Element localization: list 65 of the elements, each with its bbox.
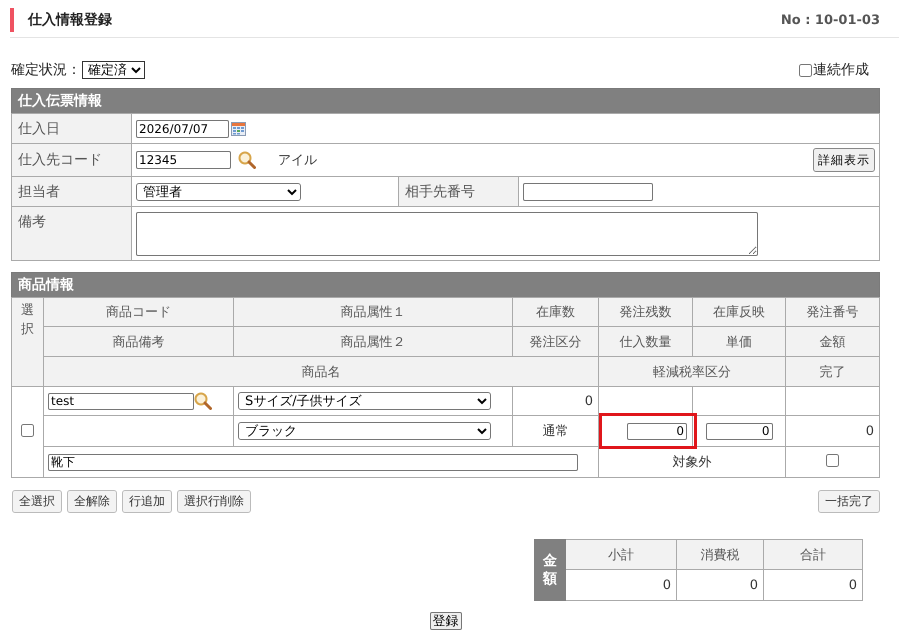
column-header: 金額 xyxy=(786,326,880,356)
attribute-select[interactable]: Sサイズ/子供サイズ xyxy=(238,392,491,410)
table-cell: 0 xyxy=(512,386,598,416)
column-header: 仕入数量 xyxy=(598,326,692,356)
row-action-button[interactable]: 選択行削除 xyxy=(177,490,251,513)
column-header: 合計 xyxy=(764,540,862,570)
register-button[interactable]: 登録 xyxy=(430,612,462,630)
column-header: 完了 xyxy=(786,356,880,386)
product-name-field[interactable]: 靴下 xyxy=(48,454,578,470)
supplier-code-field[interactable]: 12345 xyxy=(136,151,231,169)
column-header: 商品属性２ xyxy=(234,326,512,356)
column-header: 発注区分 xyxy=(512,326,598,356)
attribute-select[interactable]: ブラック xyxy=(238,422,491,440)
unit-price-field[interactable]: 0 xyxy=(706,422,772,440)
table-cell: 通常 xyxy=(512,416,598,446)
column-header: 在庫反映 xyxy=(692,298,786,326)
section-header: 商品情報 xyxy=(11,272,880,297)
column-header: 商品コード xyxy=(44,298,234,326)
table-cell: 0 xyxy=(764,570,862,600)
status-select[interactable]: 確定済 xyxy=(82,61,145,79)
date-field[interactable]: 2026/07/07 xyxy=(136,120,229,138)
row-action-button[interactable]: 行追加 xyxy=(122,490,172,513)
document-number: No : 10-01-03 xyxy=(780,12,880,28)
column-header: 軽減税率区分 xyxy=(598,356,786,386)
calendar-icon[interactable] xyxy=(231,122,246,136)
quantity-field[interactable]: 0 xyxy=(627,422,687,440)
section-header: 仕入伝票情報 xyxy=(11,88,880,113)
table-cell: 対象外 xyxy=(598,446,786,478)
totals-label: 金額 xyxy=(543,552,557,588)
field-label: 担当者 xyxy=(12,176,132,206)
column-header: 小計 xyxy=(566,540,676,570)
column-header: 商品備考 xyxy=(44,326,234,356)
table-cell: 0 xyxy=(676,570,764,600)
column-header: 在庫数 xyxy=(512,298,598,326)
row-action-button[interactable]: 全解除 xyxy=(67,490,117,513)
staff-select[interactable]: 管理者 xyxy=(136,182,301,200)
accent-bar xyxy=(10,8,14,32)
search-icon[interactable] xyxy=(194,392,212,410)
row-action-button[interactable]: 全選択 xyxy=(12,490,62,513)
column-header: 商品属性１ xyxy=(234,298,512,326)
row-checkbox[interactable] xyxy=(20,424,34,436)
product-code-field[interactable]: test xyxy=(48,392,194,410)
table-cell: 0 xyxy=(786,416,880,446)
page-title: 仕入情報登録 xyxy=(28,11,113,29)
status-label: 確定状況： xyxy=(11,61,81,79)
continuous-create-label: 連続作成 xyxy=(813,61,869,79)
partner-number-field[interactable] xyxy=(523,182,653,200)
column-header: 消費税 xyxy=(676,540,764,570)
column-header: 選択 xyxy=(21,302,34,339)
remarks-field[interactable] xyxy=(136,212,758,256)
table-cell: 0 xyxy=(566,570,676,600)
bulk-complete-button[interactable]: 一括完了 xyxy=(818,490,880,513)
field-label: 備考 xyxy=(12,206,132,260)
column-header: 発注番号 xyxy=(786,298,880,326)
column-header: 発注残数 xyxy=(598,298,692,326)
supplier-name: アイル xyxy=(278,152,317,169)
field-label: 仕入先コード xyxy=(12,144,132,176)
search-icon[interactable] xyxy=(238,151,256,169)
checkbox[interactable] xyxy=(799,64,812,76)
column-header: 商品名 xyxy=(44,356,598,386)
field-label: 相手先番号 xyxy=(398,176,518,206)
column-header: 単価 xyxy=(692,326,786,356)
complete-checkbox[interactable] xyxy=(826,454,838,466)
field-label: 仕入日 xyxy=(12,114,132,144)
detail-button[interactable]: 詳細表示 xyxy=(813,148,875,172)
